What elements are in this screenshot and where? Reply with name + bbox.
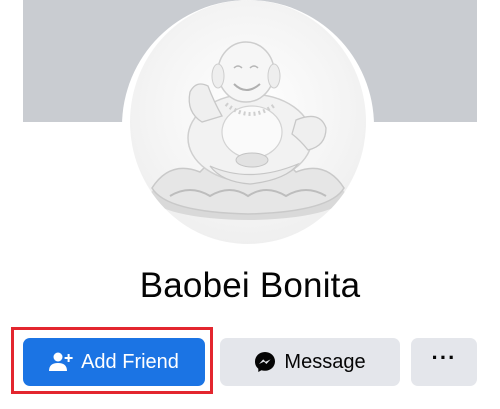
buddha-statue-image: [150, 41, 346, 220]
profile-header: Baobei Bonita Add Friend Message ···: [0, 0, 500, 409]
add-friend-label: Add Friend: [81, 350, 179, 373]
avatar-ring: [122, 0, 374, 252]
message-button[interactable]: Message: [220, 338, 400, 386]
messenger-icon: [254, 351, 276, 373]
add-friend-button[interactable]: Add Friend: [23, 338, 205, 386]
more-dots-icon: ···: [431, 345, 457, 370]
profile-name: Baobei Bonita: [139, 266, 361, 305]
profile-avatar[interactable]: [130, 0, 366, 244]
message-label: Message: [284, 350, 366, 373]
more-options-button[interactable]: ···: [411, 338, 477, 386]
person-plus-icon: [49, 352, 73, 372]
